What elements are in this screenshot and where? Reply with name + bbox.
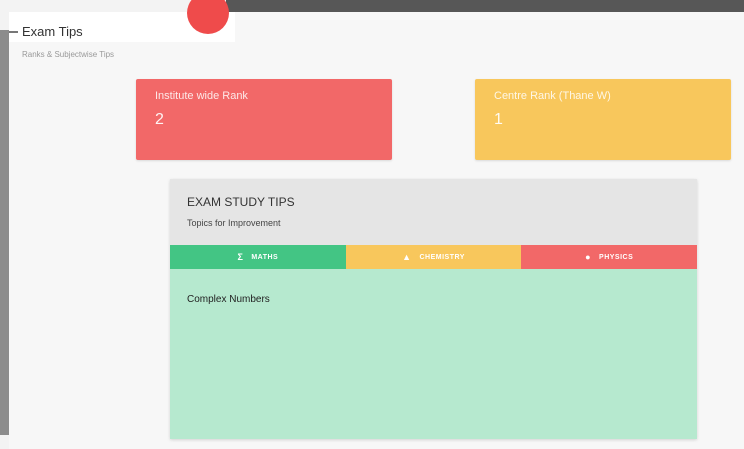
tab-label: CHEMISTRY bbox=[419, 253, 465, 261]
tab-maths[interactable]: Σ MATHS bbox=[170, 245, 346, 269]
tips-header: EXAM STUDY TIPS Topics for Improvement bbox=[170, 179, 697, 245]
top-bar: Exam Tips bbox=[9, 0, 235, 42]
centre-rank-value: 1 bbox=[494, 111, 503, 128]
flask-icon: ▲ bbox=[402, 251, 412, 262]
backdrop-left bbox=[0, 30, 9, 435]
exam-tips-panel: EXAM STUDY TIPS Topics for Improvement Σ… bbox=[170, 179, 698, 439]
institute-rank-card: Institute wide Rank 2 bbox=[136, 79, 392, 160]
tab-physics[interactable]: ● PHYSICS bbox=[521, 245, 698, 269]
tab-label: MATHS bbox=[251, 253, 279, 261]
page-subtitle: Ranks & Subjectwise Tips bbox=[22, 50, 115, 59]
subject-tabs: Σ MATHS ▲ CHEMISTRY ● PHYSICS bbox=[170, 245, 698, 269]
add-button[interactable] bbox=[187, 0, 229, 34]
tab-label: PHYSICS bbox=[599, 253, 634, 261]
institute-rank-label: Institute wide Rank bbox=[155, 90, 248, 102]
centre-rank-label: Centre Rank (Thane W) bbox=[494, 90, 611, 102]
tab-chemistry[interactable]: ▲ CHEMISTRY bbox=[345, 245, 522, 269]
institute-rank-value: 2 bbox=[155, 111, 164, 128]
tips-title: EXAM STUDY TIPS bbox=[187, 195, 295, 209]
app-window: Exam Tips Ranks & Subjectwise Tips Insti… bbox=[9, 0, 744, 449]
topic-item: Complex Numbers bbox=[187, 294, 270, 305]
backdrop bbox=[226, 0, 744, 12]
atom-icon: ● bbox=[585, 251, 592, 262]
centre-rank-card: Centre Rank (Thane W) 1 bbox=[475, 79, 731, 160]
page-title: Exam Tips bbox=[22, 24, 83, 39]
menu-icon[interactable] bbox=[9, 31, 18, 33]
sigma-icon: Σ bbox=[237, 251, 244, 262]
tips-subtitle: Topics for Improvement bbox=[187, 218, 281, 228]
